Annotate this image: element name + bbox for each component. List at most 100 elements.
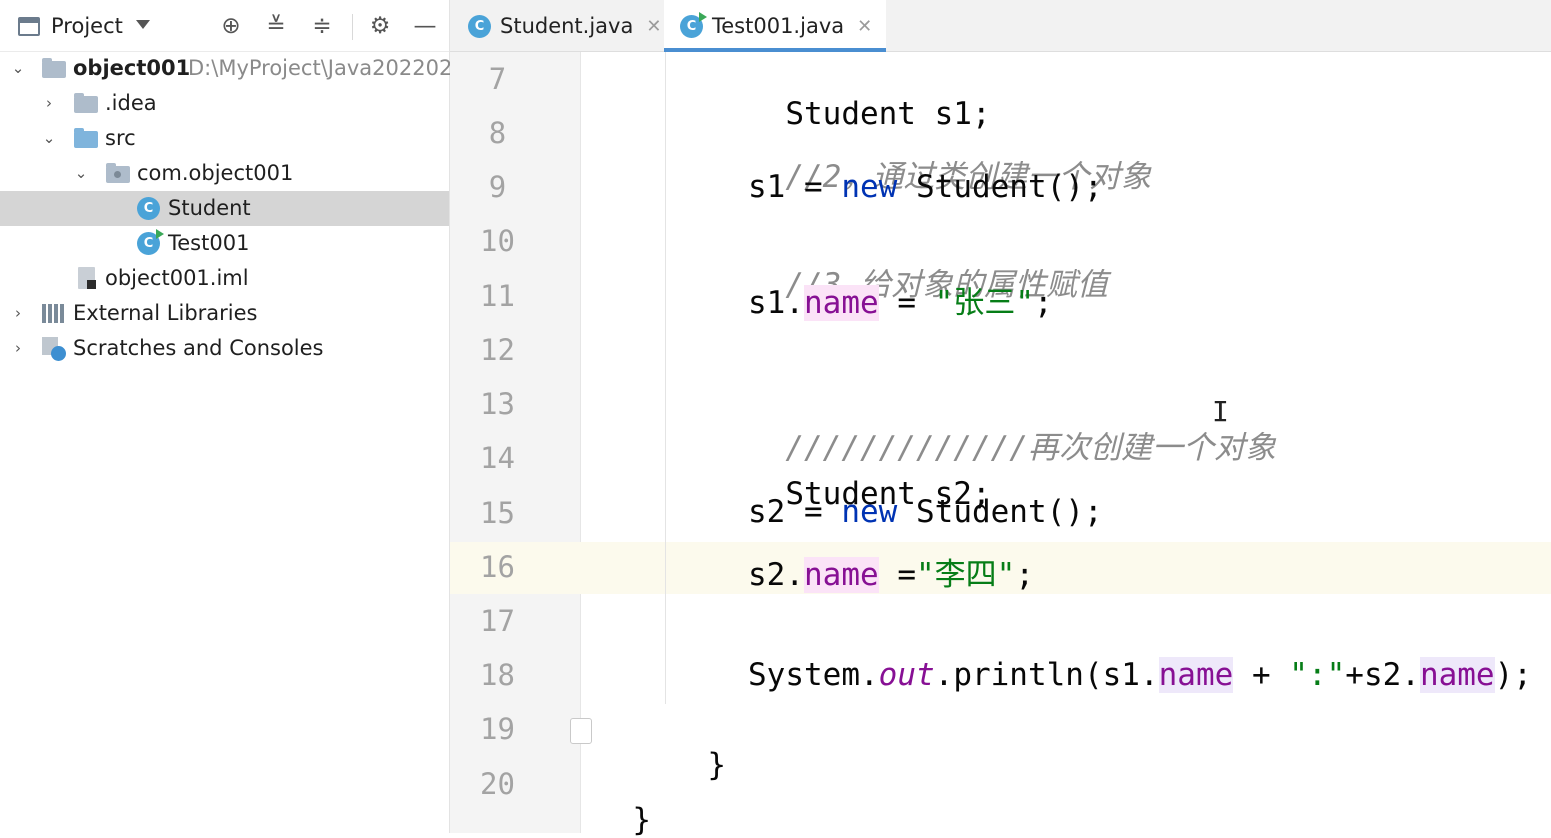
tree-item-idea[interactable]: › .idea (0, 86, 449, 121)
folder-icon (74, 93, 98, 113)
tree-item-external-libraries[interactable]: › External Libraries (0, 296, 449, 331)
editor-tab-bar: C Student.java ✕ C Test001.java ✕ (450, 0, 1551, 52)
tab-test001-java[interactable]: C Test001.java ✕ (664, 0, 887, 52)
module-file-icon (78, 267, 96, 289)
code-string: "李四" (915, 557, 1016, 593)
tree-item-student[interactable]: C Student (0, 191, 449, 226)
ibeam-cursor-icon: I (1212, 395, 1229, 428)
gear-icon[interactable]: ⚙ (366, 12, 394, 40)
chevron-right-icon[interactable]: › (39, 86, 59, 121)
tab-student-java[interactable]: C Student.java ✕ (468, 0, 661, 52)
code-text: } (707, 747, 726, 783)
code-static-field: out (878, 657, 935, 693)
code-text: = (878, 285, 935, 321)
line-number: 11 (480, 279, 515, 313)
code-text: +s2. (1345, 657, 1420, 693)
chevron-right-icon[interactable]: › (8, 296, 28, 331)
tree-item-src[interactable]: ⌄ src (0, 121, 449, 156)
code-line-9: s1 = new Student(); (748, 169, 1103, 205)
code-line-15: s2 = new Student(); (748, 494, 1103, 530)
toolbar-divider (352, 14, 353, 40)
tree-item-label: object001 (73, 56, 191, 80)
line-number: 18 (480, 658, 515, 692)
code-line-20: } (595, 766, 651, 838)
project-view-selector[interactable]: Project (51, 14, 123, 38)
line-number: 15 (480, 496, 515, 530)
code-text: System. (748, 657, 879, 693)
line-number: 10 (480, 224, 515, 258)
tree-item-label: Test001 (168, 231, 250, 255)
tree-item-object001[interactable]: ⌄ object001 D:\MyProject\Java202202 (0, 51, 453, 86)
code-text: = (878, 557, 916, 593)
chevron-down-icon[interactable]: ⌄ (8, 51, 28, 86)
java-class-icon: C (137, 197, 160, 220)
code-text: ; (1033, 285, 1053, 321)
runnable-class-icon: C (137, 229, 164, 255)
code-field: name (804, 557, 879, 593)
project-view-icon[interactable] (18, 17, 40, 36)
close-icon[interactable]: ✕ (857, 16, 872, 37)
tree-item-test001[interactable]: C Test001 (0, 226, 449, 261)
chevron-down-icon[interactable]: ⌄ (39, 121, 59, 156)
java-class-icon: C (468, 14, 491, 38)
runnable-class-icon: C (680, 11, 707, 38)
tree-item-label: com.object001 (137, 161, 294, 185)
code-text: Student(); (897, 494, 1103, 530)
close-icon[interactable]: ✕ (646, 16, 661, 37)
chevron-right-icon[interactable]: › (8, 331, 28, 366)
package-icon (106, 163, 130, 183)
code-line-16: s2.name ="李四"; (748, 549, 1034, 594)
project-tool-window: Project ⊕ ≚ ≑ ⚙ — ⌄ object001 D:\MyProje… (0, 0, 453, 833)
tree-item-label: External Libraries (73, 301, 258, 325)
source-folder-icon (74, 128, 98, 148)
code-keyword: new (841, 169, 898, 205)
line-number: 8 (488, 116, 507, 150)
locate-file-icon[interactable]: ⊕ (217, 12, 245, 40)
code-text: s1. (748, 285, 804, 321)
code-line-19: } (670, 711, 726, 783)
code-line-18: System.out.println(s1.name + ":"+s2.name… (748, 657, 1532, 693)
project-header: Project ⊕ ≚ ≑ ⚙ — (0, 0, 449, 52)
line-number: 13 (480, 387, 515, 421)
code-text: s1 = (748, 169, 842, 205)
line-number: 19 (480, 712, 515, 746)
code-string: ":" (1289, 657, 1346, 693)
code-field: name (1419, 657, 1495, 693)
module-folder-icon (42, 58, 66, 78)
code-text: Student(); (897, 169, 1103, 205)
code-text: + (1233, 657, 1290, 693)
line-number: 14 (480, 441, 515, 475)
fold-marker-icon[interactable] (570, 718, 592, 744)
tree-item-label: Student (168, 196, 251, 220)
scratches-icon (42, 337, 66, 361)
chevron-down-icon[interactable]: ⌄ (71, 156, 91, 191)
tree-item-label: .idea (105, 91, 157, 115)
code-text: ); (1494, 657, 1532, 693)
code-field: name (804, 285, 879, 321)
code-string: "张三" (934, 285, 1034, 321)
library-icon (42, 304, 66, 323)
line-number: 20 (480, 767, 515, 801)
code-text: ; (1015, 557, 1034, 593)
collapse-all-icon[interactable]: ≑ (308, 12, 336, 40)
code-field: name (1158, 657, 1234, 693)
line-number: 9 (488, 170, 507, 204)
chevron-down-icon[interactable] (136, 20, 150, 29)
tree-item-scratches[interactable]: › Scratches and Consoles (0, 331, 449, 366)
project-path: D:\MyProject\Java202202 (188, 56, 453, 80)
indent-guide (665, 52, 666, 704)
tab-label: Test001.java (712, 14, 845, 38)
tree-item-label: src (105, 126, 136, 150)
tree-item-label: object001.iml (105, 266, 249, 290)
tree-item-iml[interactable]: object001.iml (0, 261, 449, 296)
code-text: .println(s1. (934, 657, 1159, 693)
tree-item-label: Scratches and Consoles (73, 336, 324, 360)
code-keyword: new (841, 494, 898, 530)
tree-item-package[interactable]: ⌄ com.object001 (0, 156, 449, 191)
line-number: 12 (480, 333, 515, 367)
code-text: s2 = (748, 494, 842, 530)
line-number: 7 (488, 62, 507, 96)
expand-all-icon[interactable]: ≚ (262, 12, 290, 40)
tab-label: Student.java (500, 14, 634, 38)
hide-panel-icon[interactable]: — (411, 12, 439, 40)
